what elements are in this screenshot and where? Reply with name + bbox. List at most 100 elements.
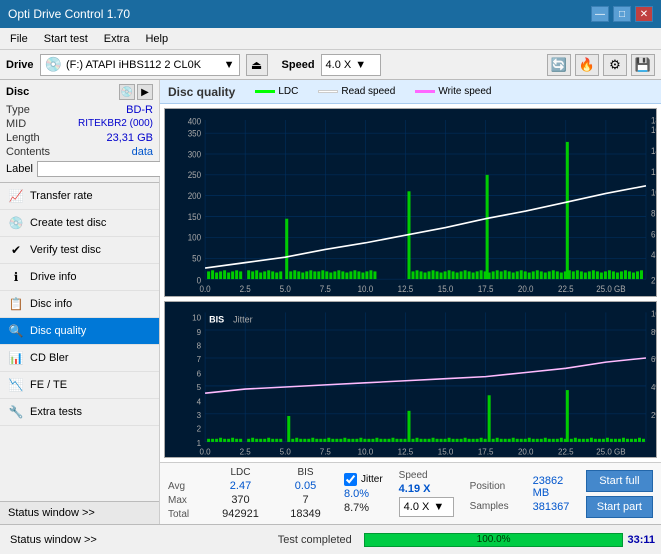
legend-ldc-label: LDC [278,86,298,97]
legend-ldc: LDC [255,86,298,97]
position-value: 23862 MB [533,475,570,499]
maximize-button[interactable]: □ [613,6,631,22]
svg-text:250: 250 [188,170,202,180]
total-ldc: 942921 [218,508,263,520]
speed-dropdown[interactable]: 4.0 X ▼ [399,497,454,517]
drive-select[interactable]: 💿 (F:) ATAPI iHBS112 2 CL0K ▼ [40,54,240,76]
content-area: Disc quality LDC Read speed Write speed [160,80,661,524]
create-test-disc-icon: 💿 [8,215,24,231]
burn-button[interactable]: 🔥 [575,54,599,76]
sidebar-item-cd-bler[interactable]: 📊 CD Bler [0,345,159,372]
svg-text:300: 300 [188,149,202,159]
sidebar-item-label-transfer-rate: Transfer rate [30,190,93,202]
sidebar-item-label-fe-te: FE / TE [30,379,67,391]
disc-label-label: Label [6,163,33,175]
disc-section-title: Disc [6,86,29,98]
status-completed-section: Status window >> [0,534,270,546]
save-button[interactable]: 💾 [631,54,655,76]
svg-text:Jitter: Jitter [233,314,253,324]
sidebar-item-fe-te[interactable]: 📉 FE / TE [0,372,159,399]
sidebar-item-disc-info[interactable]: 📋 Disc info [0,291,159,318]
svg-text:400: 400 [188,116,202,126]
start-part-button[interactable]: Start part [586,496,653,518]
window-controls: — □ ✕ [591,6,653,22]
fe-te-icon: 📉 [8,377,24,393]
main-layout: Disc 💿 ▶ Type BD-R MID RITEKBR2 (000) Le… [0,80,661,524]
bis-chart-svg: 1 2 3 4 5 6 7 8 9 10 2% 4% 6% 8% 10% [165,302,656,457]
svg-text:22.5: 22.5 [558,447,574,456]
menu-start-test[interactable]: Start test [38,31,94,47]
svg-text:0.0: 0.0 [200,447,212,456]
sidebar-item-create-test-disc[interactable]: 💿 Create test disc [0,210,159,237]
sidebar-item-disc-quality[interactable]: 🔍 Disc quality [0,318,159,345]
avg-bis: 0.05 [283,480,328,492]
samples-value: 381367 [533,501,570,513]
disc-mid-label: MID [6,118,26,130]
disc-label-row: Label 🔍 [6,160,153,178]
svg-text:17.5: 17.5 [478,447,494,456]
legend-write-speed-label: Write speed [438,86,491,97]
disc-contents-value: data [132,146,153,158]
svg-text:10.0: 10.0 [358,284,374,294]
close-button[interactable]: ✕ [635,6,653,22]
svg-text:8: 8 [197,341,202,350]
svg-text:2.5: 2.5 [240,447,252,456]
disc-icon-btn2[interactable]: ▶ [137,84,153,100]
speed-value-display: 4.19 X [399,483,454,495]
sidebar-item-drive-info[interactable]: ℹ Drive info [0,264,159,291]
disc-mid-value: RITEKBR2 (000) [78,118,153,130]
bis-jitter-chart: 1 2 3 4 5 6 7 8 9 10 2% 4% 6% 8% 10% [164,301,657,458]
eject-button[interactable]: ⏏ [246,54,268,76]
disc-label-input[interactable] [37,161,175,177]
svg-text:25.0 GB: 25.0 GB [596,447,625,456]
disc-icon-btn1[interactable]: 💿 [119,84,135,100]
settings-button[interactable]: ⚙ [603,54,627,76]
disc-length-row: Length 23,31 GB [6,132,153,144]
disc-section: Disc 💿 ▶ Type BD-R MID RITEKBR2 (000) Le… [0,80,159,183]
total-label: Total [168,509,198,520]
drive-action-buttons: 🔄 🔥 ⚙ 💾 [547,54,655,76]
disc-contents-label: Contents [6,146,50,158]
minimize-button[interactable]: — [591,6,609,22]
svg-text:2: 2 [197,424,202,433]
status-section: Status window >> [0,501,159,524]
disc-quality-icon: 🔍 [8,323,24,339]
svg-text:18: 18 [651,115,656,125]
sidebar-item-verify-test-disc[interactable]: ✔ Verify test disc [0,237,159,264]
ldc-color [255,90,275,93]
avg-ldc: 2.47 [218,480,263,492]
menu-file[interactable]: File [4,31,34,47]
svg-text:2%: 2% [651,411,656,420]
verify-test-disc-icon: ✔ [8,242,24,258]
disc-info-icon: 📋 [8,296,24,312]
svg-text:9: 9 [197,328,202,337]
status-window-button[interactable]: Status window >> [0,502,159,524]
svg-text:16: 16 [651,125,656,135]
svg-text:12: 12 [651,166,656,176]
drive-info-icon: ℹ [8,269,24,285]
sidebar-item-extra-tests[interactable]: 🔧 Extra tests [0,399,159,426]
progress-bar: 100.0% [364,533,624,547]
status-window-btn-bottom[interactable]: Status window >> [6,534,101,546]
disc-quality-header: Disc quality LDC Read speed Write speed [160,80,661,104]
sidebar-item-transfer-rate[interactable]: 📈 Transfer rate [0,183,159,210]
svg-text:350: 350 [188,128,202,138]
ldc-chart: 0 50 100 150 200 250 300 350 400 2 4 6 8… [164,108,657,297]
refresh-button[interactable]: 🔄 [547,54,571,76]
svg-text:5: 5 [197,383,202,392]
app-title: Opti Drive Control 1.70 [8,7,130,21]
total-bis: 18349 [283,508,328,520]
jitter-checkbox[interactable] [344,473,357,486]
svg-text:7.5: 7.5 [320,284,331,294]
menu-help[interactable]: Help [139,31,174,47]
speed-select[interactable]: 4.0 X ▼ [321,54,381,76]
cd-bler-icon: 📊 [8,350,24,366]
start-full-button[interactable]: Start full [586,470,653,492]
svg-text:20.0: 20.0 [518,284,534,294]
svg-text:14: 14 [651,146,656,156]
svg-text:7: 7 [197,355,202,364]
samples-label: Samples [470,501,525,512]
svg-text:6: 6 [197,369,202,378]
max-label: Max [168,495,198,506]
menu-extra[interactable]: Extra [98,31,136,47]
